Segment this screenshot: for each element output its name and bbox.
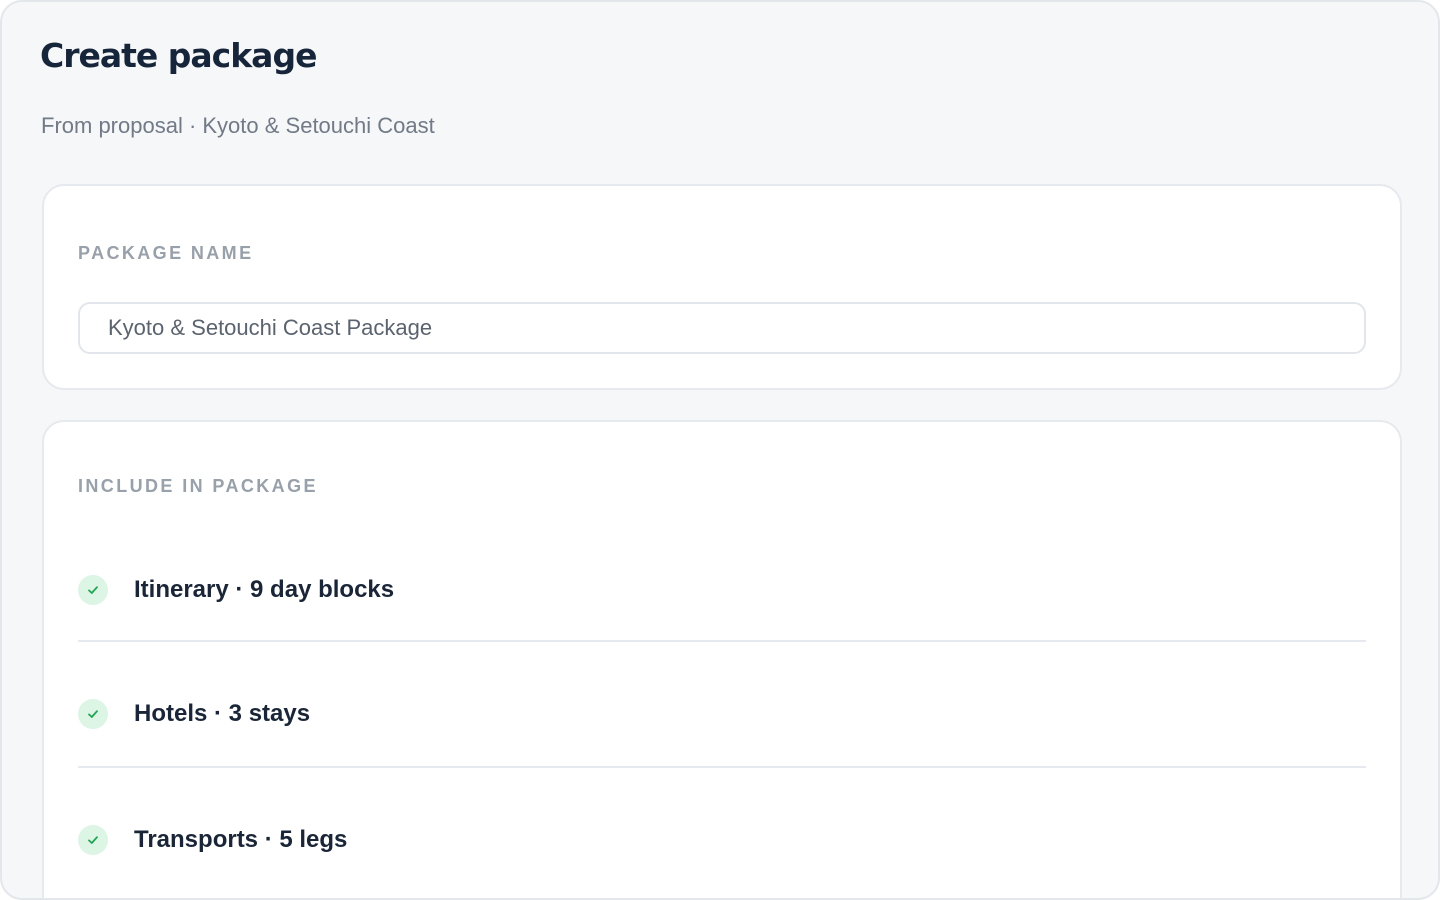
package-name-input[interactable]: [78, 302, 1366, 354]
include-item-label: Transports · 5 legs: [134, 826, 348, 853]
include-item-transports[interactable]: Transports · 5 legs: [78, 820, 1366, 860]
page-subtitle: From proposal · Kyoto & Setouchi Coast: [41, 113, 435, 138]
include-item-hotels[interactable]: Hotels · 3 stays: [78, 694, 1366, 734]
include-in-package-card: INCLUDE IN PACKAGE Itinerary · 9 day blo…: [42, 420, 1402, 898]
check-icon[interactable]: [78, 825, 108, 855]
divider: [78, 640, 1366, 642]
check-icon[interactable]: [78, 575, 108, 605]
include-item-label: Itinerary · 9 day blocks: [134, 576, 395, 603]
divider: [78, 766, 1366, 768]
create-package-panel: Create package From proposal · Kyoto & S…: [0, 0, 1440, 900]
include-item-label: Hotels · 3 stays: [134, 700, 311, 727]
page-title: Create package: [40, 36, 317, 75]
check-icon[interactable]: [78, 699, 108, 729]
package-name-card: PACKAGE NAME: [42, 184, 1402, 390]
include-in-package-label: INCLUDE IN PACKAGE: [78, 476, 318, 496]
include-item-itinerary[interactable]: Itinerary · 9 day blocks: [78, 570, 1366, 610]
package-name-label: PACKAGE NAME: [78, 243, 254, 263]
